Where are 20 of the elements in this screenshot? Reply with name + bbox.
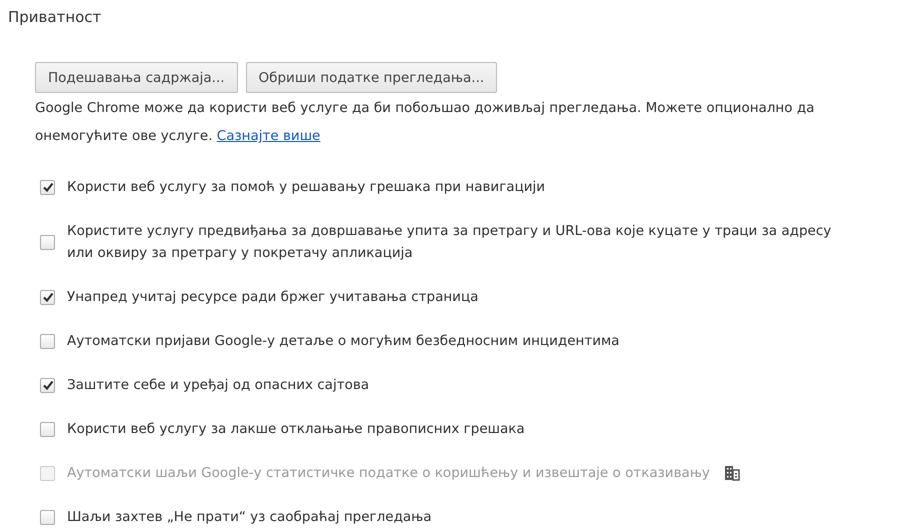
checkbox[interactable] xyxy=(40,180,55,194)
option-label: Шаљи захтев „Не прати“ уз саобраћај прегледања xyxy=(67,508,432,527)
checkbox[interactable] xyxy=(40,510,55,524)
checkbox[interactable] xyxy=(40,422,55,436)
option-label: Користи веб услугу за помоћ у решавању грешака при навигацији xyxy=(67,178,546,197)
option-label: Користите услугу предвиђања за довршавање упита за претрагу и URL-ова које куцате у траци за адресу или оквиру за претрагу у покретачу апликација xyxy=(67,222,832,263)
checkbox[interactable] xyxy=(40,334,55,348)
learn-more-link[interactable]: Сазнајте више xyxy=(216,128,320,144)
option-label: Користи веб услугу за лакше отклањање правописних грешака xyxy=(67,420,525,439)
option-label: Аутоматски шаљи Google-у статистичке податке о коришћењу и извештаје о отказивању xyxy=(67,464,710,483)
option-label: Аутоматски пријави Google-у детаље о могућим безбедносним инцидентима xyxy=(67,332,620,351)
action-button[interactable]: Подешавања садржаја... xyxy=(35,62,238,93)
option-label: Унапред учитај ресурсе ради бржег учитавања страница xyxy=(67,288,478,307)
description-text: Google Chrome може да користи веб услуге да би побољшао доживљај прегледања. Можете опционално да онемогућите ове услуге. Сазнајте више xyxy=(35,99,816,146)
checkbox[interactable] xyxy=(40,234,55,250)
section-title: Приватност xyxy=(8,7,102,28)
action-button[interactable]: Обриши податке прегледања... xyxy=(246,62,498,93)
checkbox[interactable] xyxy=(40,378,55,392)
checkbox[interactable] xyxy=(40,290,55,304)
option-label: Заштите себе и уређај од опасних сајтова xyxy=(67,376,370,395)
